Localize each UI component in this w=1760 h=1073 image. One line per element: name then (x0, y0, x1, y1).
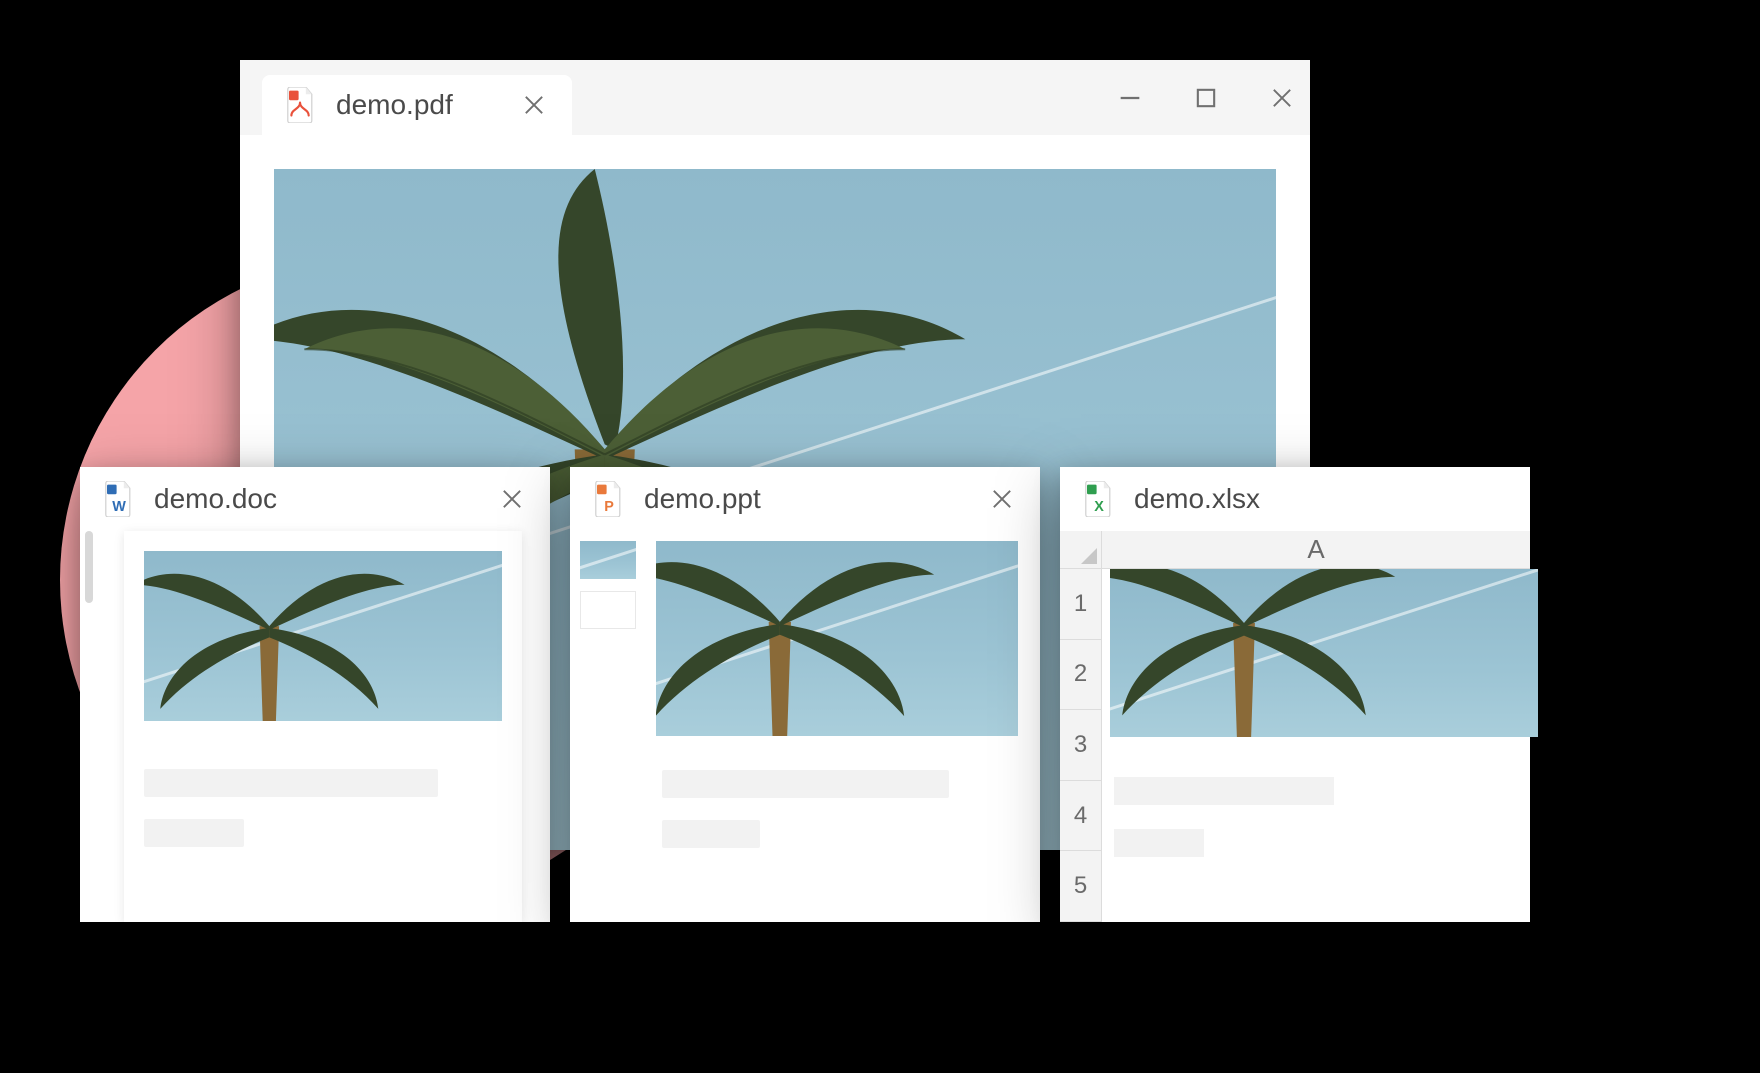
ppt-thumbnail-1[interactable] (580, 541, 636, 579)
close-tab-icon[interactable] (988, 485, 1016, 513)
ppt-text-placeholder (656, 770, 1018, 848)
xlsx-row-header[interactable]: 3 (1060, 710, 1102, 781)
minimize-icon[interactable] (1116, 84, 1144, 112)
xlsx-row-headers: 1 2 3 4 5 (1060, 569, 1102, 922)
xlsx-titlebar: X demo.xlsx (1060, 467, 1530, 531)
xlsx-window: X demo.xlsx A 1 2 3 4 5 (1060, 467, 1530, 922)
xlsx-row-header[interactable]: 4 (1060, 781, 1102, 852)
xlsx-column-header-row: A (1060, 531, 1530, 569)
xlsx-row-header[interactable]: 1 (1060, 569, 1102, 640)
placeholder-line (1114, 829, 1204, 857)
pdf-tab-label: demo.pdf (336, 89, 453, 121)
pdf-file-icon (286, 87, 316, 123)
placeholder-line (1114, 777, 1334, 805)
doc-window: W demo.doc (80, 467, 550, 922)
ppt-slide (656, 541, 1018, 922)
xlsx-cell-area[interactable] (1102, 569, 1530, 922)
window-controls (1116, 60, 1296, 135)
doc-page (124, 531, 522, 922)
xlsx-file-icon: X (1084, 481, 1114, 517)
close-tab-icon[interactable] (498, 485, 526, 513)
placeholder-line (662, 820, 760, 848)
ppt-slide-image (656, 541, 1018, 736)
xlsx-column-header-a[interactable]: A (1102, 531, 1530, 569)
placeholder-line (662, 770, 949, 798)
placeholder-line (144, 819, 244, 847)
ppt-file-icon: P (594, 481, 624, 517)
xlsx-row-header[interactable]: 5 (1060, 851, 1102, 922)
maximize-icon[interactable] (1192, 84, 1220, 112)
ppt-body (570, 531, 1040, 922)
svg-text:P: P (604, 499, 614, 515)
doc-text-placeholder (144, 769, 502, 847)
doc-file-icon: W (104, 481, 134, 517)
xlsx-grid: 1 2 3 4 5 (1060, 569, 1530, 922)
svg-text:W: W (112, 499, 126, 515)
ppt-window: P demo.ppt (570, 467, 1040, 922)
ppt-thumbnail-panel (570, 531, 646, 922)
pdf-titlebar: demo.pdf (240, 60, 1310, 135)
xlsx-embedded-image (1110, 569, 1538, 737)
doc-tab-label: demo.doc (154, 483, 277, 515)
xlsx-row-header[interactable]: 2 (1060, 640, 1102, 711)
scrollbar-thumb[interactable] (85, 531, 93, 603)
doc-titlebar: W demo.doc (80, 467, 550, 531)
doc-image (144, 551, 502, 721)
xlsx-body: A 1 2 3 4 5 (1060, 531, 1530, 922)
ppt-tab-label: demo.ppt (644, 483, 761, 515)
close-tab-icon[interactable] (520, 91, 548, 119)
placeholder-line (144, 769, 438, 797)
xlsx-select-all-corner[interactable] (1060, 531, 1102, 569)
doc-body (80, 531, 550, 922)
ppt-thumbnail-2[interactable] (580, 591, 636, 629)
ppt-titlebar: P demo.ppt (570, 467, 1040, 531)
ppt-main-area (646, 531, 1040, 922)
xlsx-tab-label: demo.xlsx (1134, 483, 1260, 515)
pdf-tab[interactable]: demo.pdf (262, 75, 572, 135)
ppt-thumb-image (580, 541, 636, 579)
svg-text:X: X (1094, 499, 1104, 515)
close-window-icon[interactable] (1268, 84, 1296, 112)
